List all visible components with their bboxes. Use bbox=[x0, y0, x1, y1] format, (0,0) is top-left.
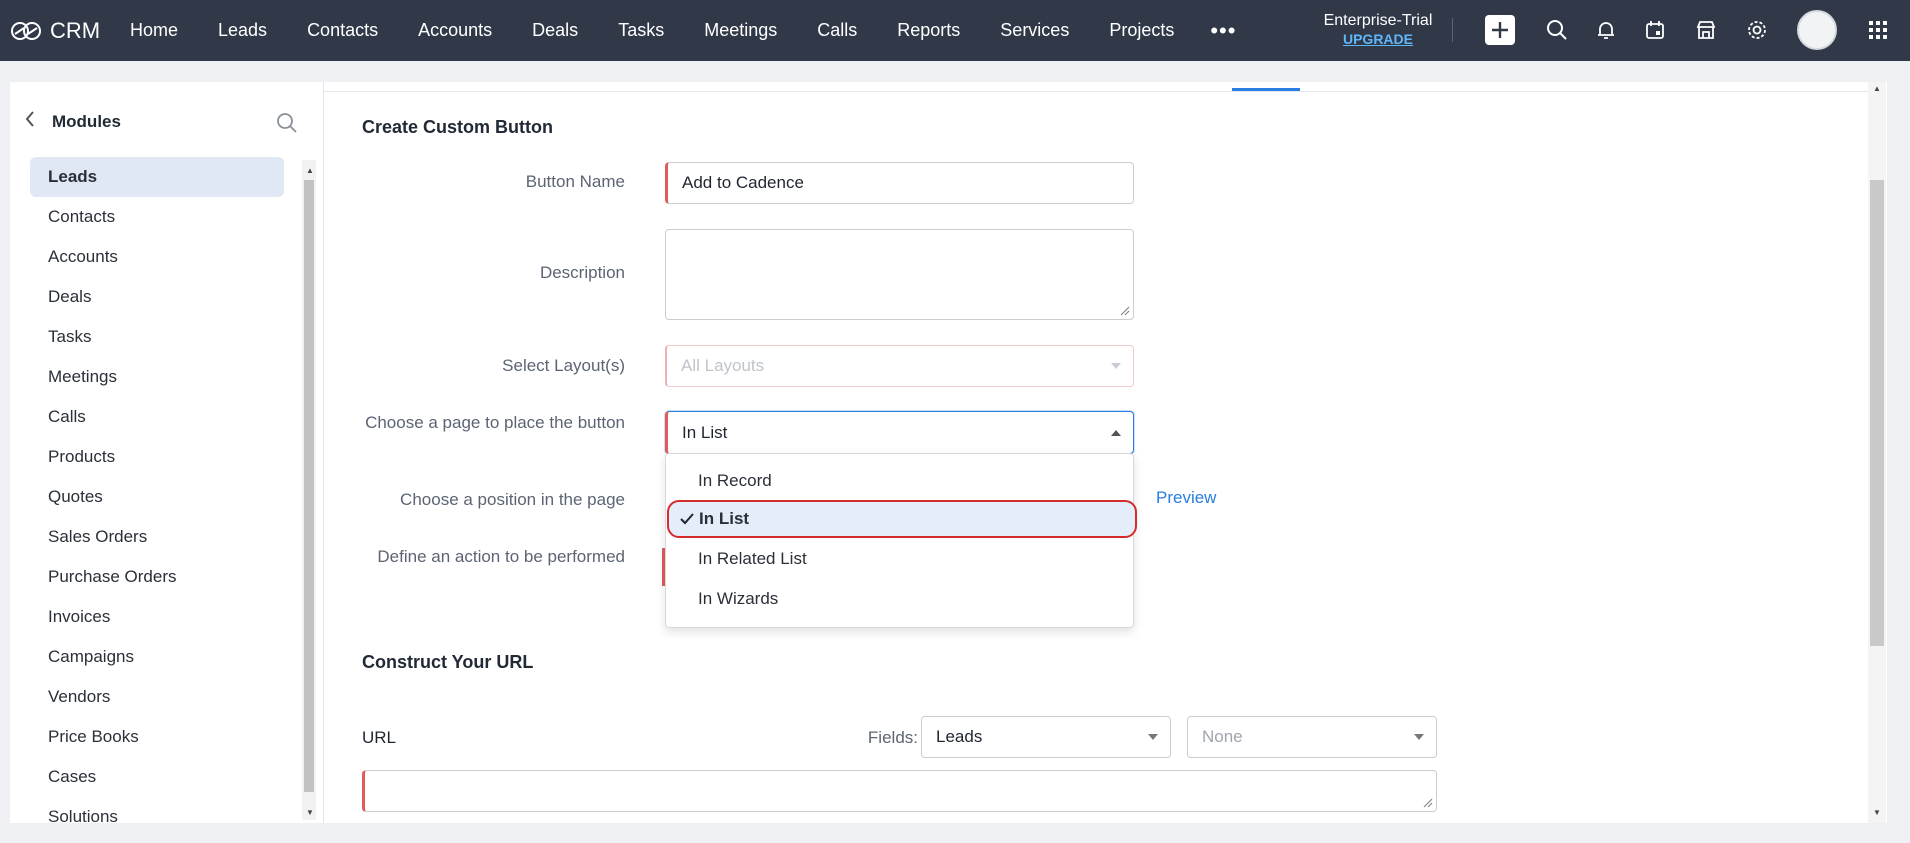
page-label: Choose a page to place the button bbox=[365, 413, 625, 432]
store-icon[interactable] bbox=[1692, 16, 1720, 44]
option-in-wizards[interactable]: In Wizards bbox=[666, 580, 1133, 618]
option-in-record[interactable]: In Record bbox=[666, 462, 1133, 500]
fields-module-select[interactable]: Leads bbox=[921, 716, 1171, 758]
upgrade-link[interactable]: UPGRADE bbox=[1320, 31, 1436, 47]
app-name: CRM bbox=[50, 17, 101, 43]
divider bbox=[1452, 18, 1453, 42]
bell-icon[interactable] bbox=[1592, 16, 1620, 44]
nav-contacts[interactable]: Contacts bbox=[307, 20, 378, 41]
option-in-list[interactable]: In List bbox=[667, 500, 1137, 538]
modules-header: Modules bbox=[24, 110, 121, 133]
settings-icon[interactable] bbox=[1743, 16, 1771, 44]
search-icon[interactable] bbox=[1543, 16, 1571, 44]
chevron-down-icon bbox=[1414, 734, 1424, 740]
modules-sidebar: Modules Leads Contacts Accounts Deals Ta… bbox=[10, 82, 324, 826]
option-label: In Related List bbox=[698, 549, 807, 568]
sidebar-item-vendors[interactable]: Vendors bbox=[30, 677, 284, 717]
nav-home[interactable]: Home bbox=[130, 20, 178, 41]
resize-handle-icon[interactable] bbox=[1421, 796, 1433, 808]
layout-label: Select Layout(s) bbox=[502, 356, 625, 375]
plus-icon[interactable] bbox=[1485, 15, 1515, 45]
sidebar-item-sales-orders[interactable]: Sales Orders bbox=[30, 517, 284, 557]
sidebar-item-leads[interactable]: Leads bbox=[30, 157, 284, 197]
nav-services[interactable]: Services bbox=[1000, 20, 1069, 41]
url-label: URL bbox=[362, 728, 397, 747]
active-tab-indicator bbox=[1232, 88, 1300, 91]
nav-meetings[interactable]: Meetings bbox=[704, 20, 777, 41]
sidebar-item-campaigns[interactable]: Campaigns bbox=[30, 637, 284, 677]
sidebar-item-tasks[interactable]: Tasks bbox=[30, 317, 284, 357]
button-name-value: Add to Cadence bbox=[682, 173, 804, 192]
url-textarea[interactable] bbox=[362, 770, 1437, 812]
chevron-down-icon bbox=[1111, 363, 1121, 369]
section-title: Create Custom Button bbox=[362, 117, 554, 137]
scroll-up-arrow-icon[interactable]: ▲ bbox=[306, 166, 314, 175]
nav-accounts[interactable]: Accounts bbox=[418, 20, 492, 41]
crm-logo[interactable]: CRM bbox=[10, 18, 130, 44]
sidebar-item-price-books[interactable]: Price Books bbox=[30, 717, 284, 757]
description-label: Description bbox=[539, 263, 625, 282]
back-chevron-icon[interactable] bbox=[24, 110, 36, 133]
nav-calls[interactable]: Calls bbox=[817, 20, 857, 41]
edition-label: Enterprise-Trial bbox=[1323, 12, 1433, 29]
page-scrollbar-thumb[interactable] bbox=[1870, 180, 1884, 646]
url-section-title: Construct Your URL bbox=[362, 652, 534, 672]
nav-projects[interactable]: Projects bbox=[1109, 20, 1174, 41]
edition-badge: Enterprise-Trial UPGRADE bbox=[1320, 12, 1436, 47]
calendar-icon[interactable] bbox=[1641, 16, 1669, 44]
scroll-up-arrow-icon[interactable]: ▲ bbox=[1873, 84, 1881, 93]
option-label: In Record bbox=[698, 471, 772, 490]
modules-list: Leads Contacts Accounts Deals Tasks Meet… bbox=[30, 157, 284, 837]
sidebar-item-cases[interactable]: Cases bbox=[30, 757, 284, 797]
layout-value: All Layouts bbox=[681, 356, 765, 375]
checkmark-icon bbox=[680, 513, 694, 525]
action-label: Define an action to be performed bbox=[377, 547, 625, 566]
fields-field-select[interactable]: None bbox=[1187, 716, 1437, 758]
chevron-up-icon bbox=[1111, 429, 1121, 436]
fields-label: Fields: bbox=[867, 728, 918, 747]
nav-tasks[interactable]: Tasks bbox=[618, 20, 664, 41]
bottom-strip bbox=[0, 823, 1910, 843]
description-textarea[interactable] bbox=[665, 229, 1134, 320]
divider bbox=[324, 91, 1870, 92]
sidebar-item-calls[interactable]: Calls bbox=[30, 397, 284, 437]
page-dropdown-menu: In Record In List In Related List In Wiz… bbox=[665, 453, 1137, 628]
option-label: In Wizards bbox=[698, 589, 779, 608]
button-name-input[interactable]: Add to Cadence bbox=[665, 162, 1134, 204]
nav-deals[interactable]: Deals bbox=[532, 20, 578, 41]
sidebar-item-products[interactable]: Products bbox=[30, 437, 284, 477]
sidebar-item-invoices[interactable]: Invoices bbox=[30, 597, 284, 637]
button-name-label: Button Name bbox=[525, 172, 625, 191]
nav-reports[interactable]: Reports bbox=[897, 20, 960, 41]
modules-title: Modules bbox=[52, 111, 121, 131]
option-label: In List bbox=[699, 509, 750, 528]
sidebar-item-contacts[interactable]: Contacts bbox=[30, 197, 284, 237]
nav-more-button[interactable]: ••• bbox=[1210, 18, 1236, 44]
main-nav: Home Leads Contacts Accounts Deals Tasks… bbox=[130, 0, 1236, 61]
sidebar-item-accounts[interactable]: Accounts bbox=[30, 237, 284, 277]
avatar[interactable] bbox=[1797, 10, 1837, 50]
crm-logo-icon bbox=[11, 21, 41, 40]
layout-select[interactable]: All Layouts bbox=[665, 345, 1134, 387]
scroll-down-arrow-icon[interactable]: ▼ bbox=[1873, 808, 1881, 817]
page-select[interactable]: In List bbox=[665, 411, 1134, 454]
page-select-value: In List bbox=[682, 422, 728, 442]
sidebar-item-deals[interactable]: Deals bbox=[30, 277, 284, 317]
sidebar-item-purchase-orders[interactable]: Purchase Orders bbox=[30, 557, 284, 597]
sidebar-scrollbar-thumb[interactable] bbox=[304, 180, 314, 792]
sidebar-item-meetings[interactable]: Meetings bbox=[30, 357, 284, 397]
position-label: Choose a position in the page bbox=[400, 490, 625, 509]
sidebar-item-quotes[interactable]: Quotes bbox=[30, 477, 284, 517]
option-in-related-list[interactable]: In Related List bbox=[666, 540, 1133, 578]
preview-link[interactable]: Preview bbox=[1156, 488, 1216, 508]
search-icon[interactable] bbox=[276, 112, 298, 139]
top-navigation-bar: CRM Home Leads Contacts Accounts Deals T… bbox=[0, 0, 1910, 61]
resize-handle-icon[interactable] bbox=[1118, 304, 1130, 316]
fields-field-value: None bbox=[1202, 727, 1243, 746]
nav-leads[interactable]: Leads bbox=[218, 20, 267, 41]
apps-grid-icon[interactable] bbox=[1864, 16, 1892, 44]
fields-module-value: Leads bbox=[936, 727, 983, 746]
scroll-down-arrow-icon[interactable]: ▼ bbox=[306, 808, 314, 817]
chevron-down-icon bbox=[1148, 734, 1158, 740]
